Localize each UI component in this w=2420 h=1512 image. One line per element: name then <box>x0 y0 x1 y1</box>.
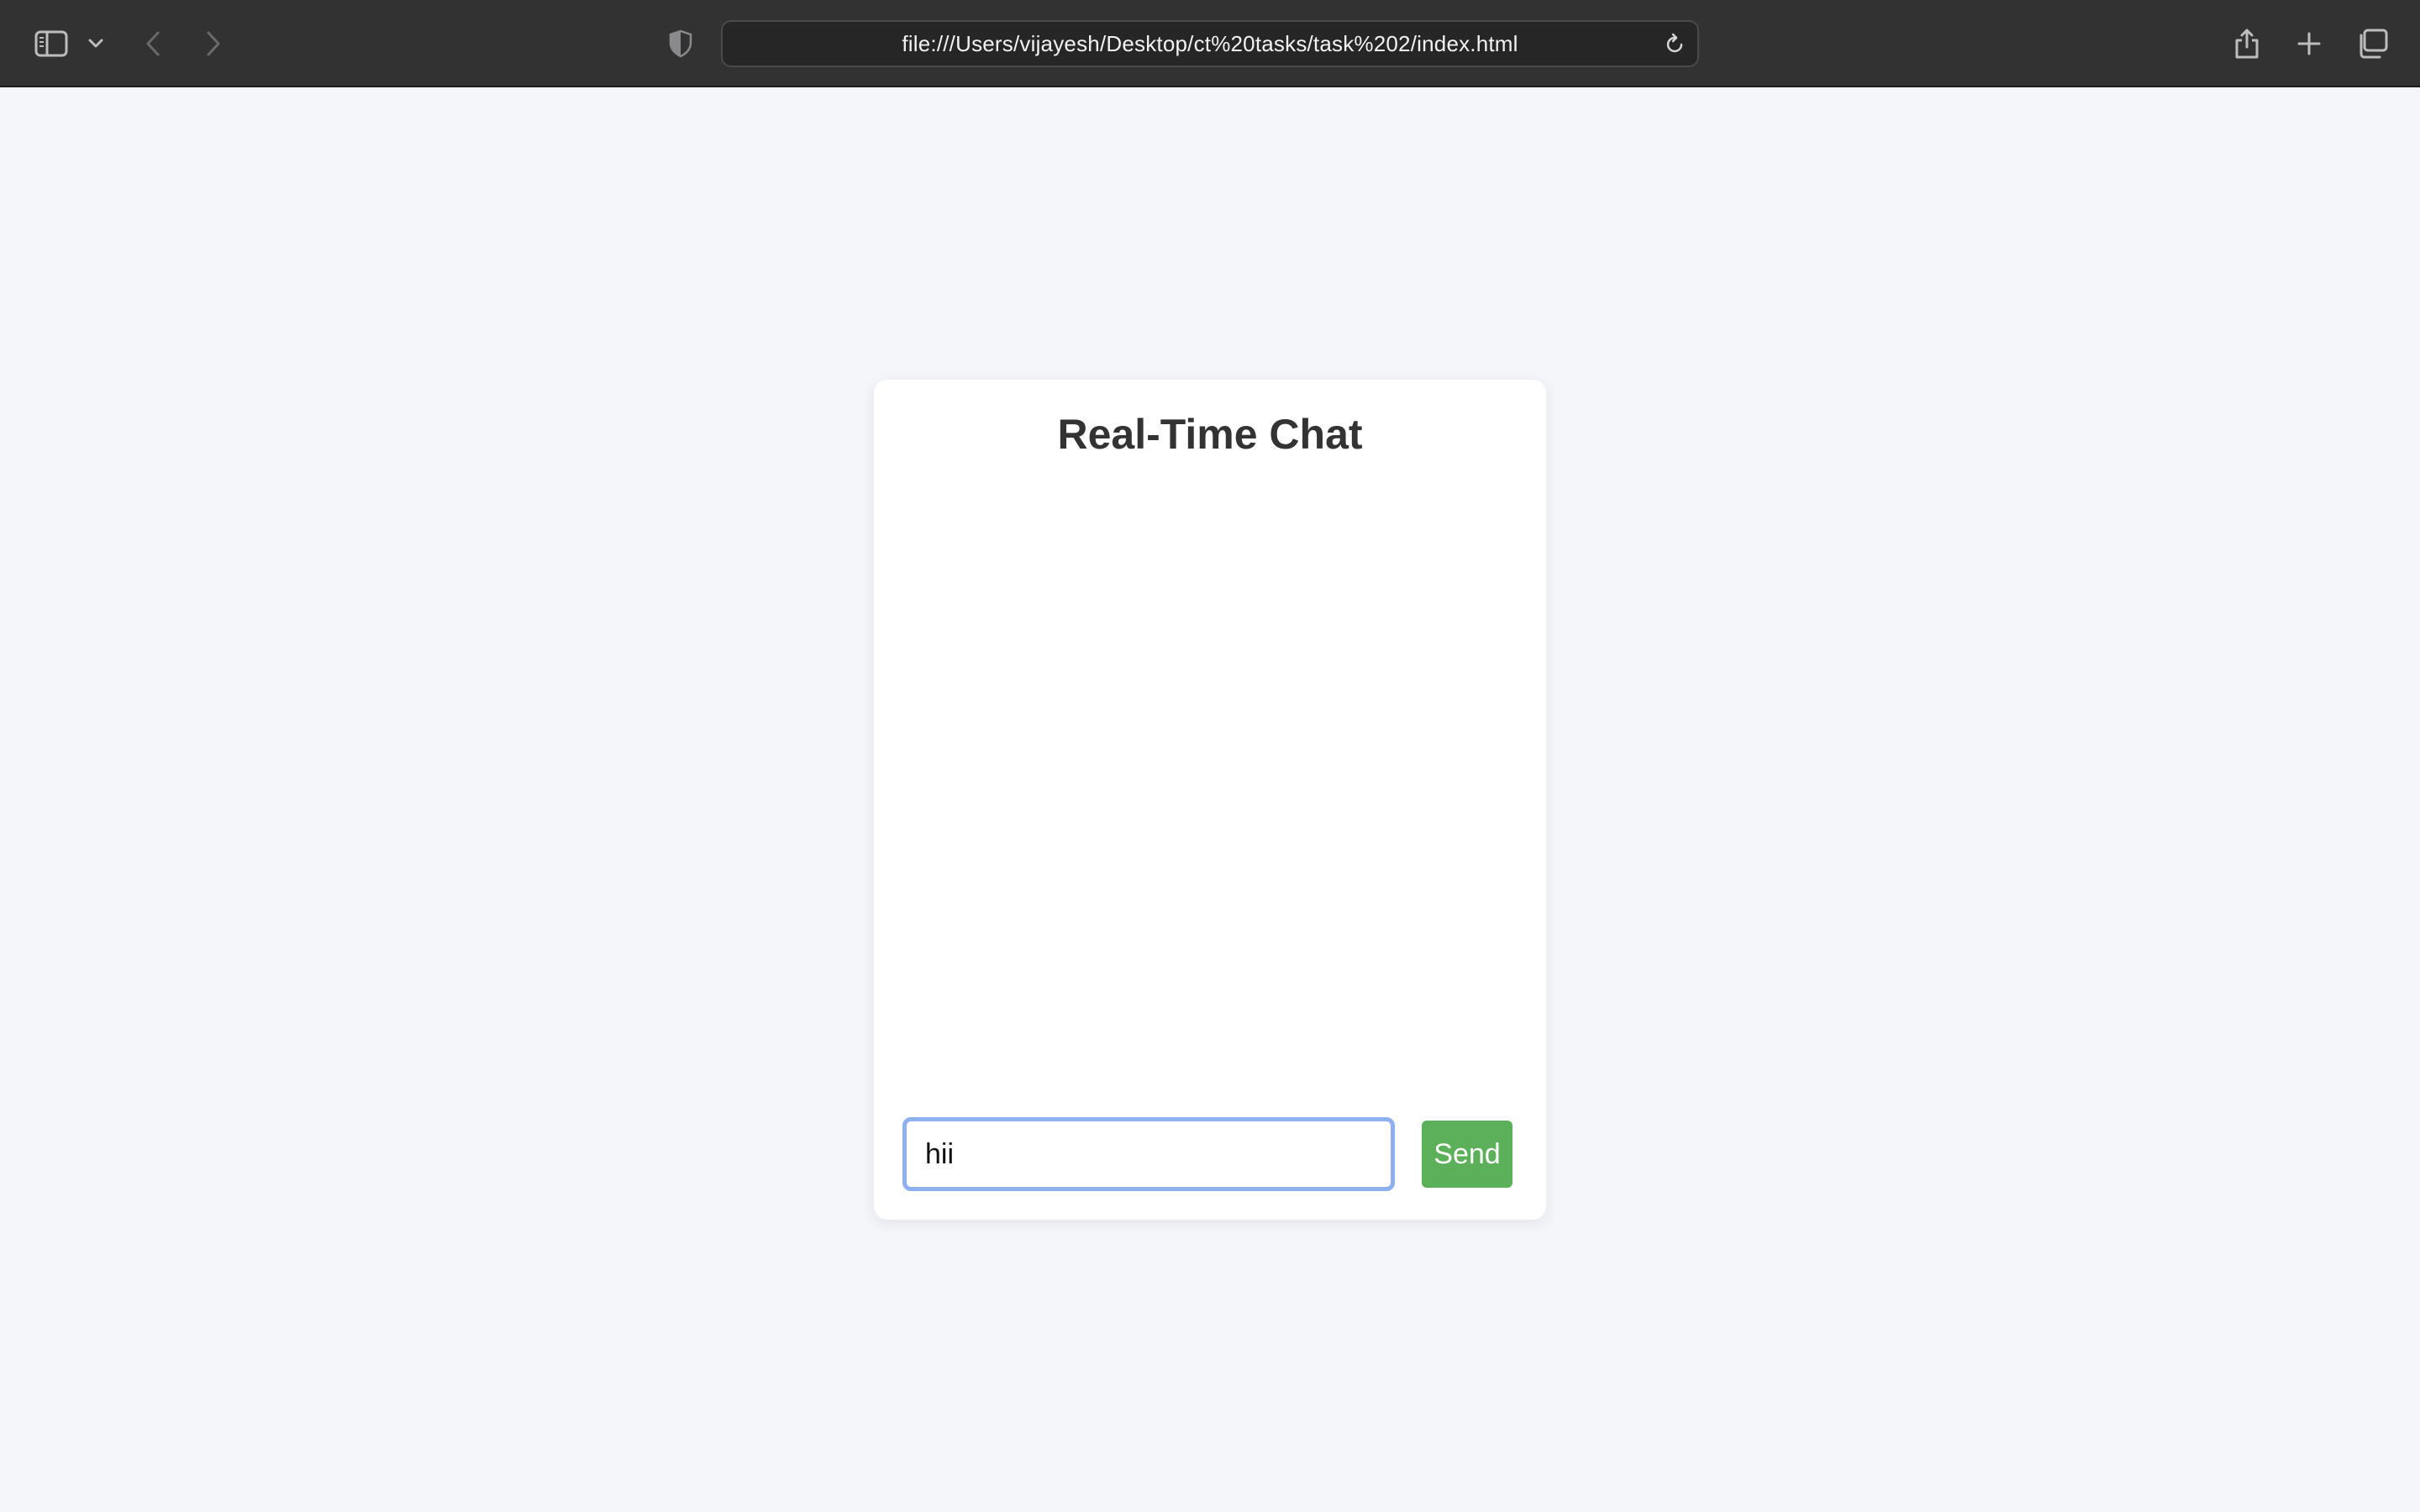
plus-icon <box>2297 32 2321 55</box>
chevron-down-icon <box>88 39 103 48</box>
address-bar[interactable]: file:///Users/vijayesh/Desktop/ct%20task… <box>721 20 1699 67</box>
url-text: file:///Users/vijayesh/Desktop/ct%20task… <box>902 30 1518 56</box>
privacy-report-button[interactable] <box>664 25 697 62</box>
back-button[interactable] <box>138 25 168 62</box>
new-tab-button[interactable] <box>2291 25 2328 62</box>
shield-icon <box>669 29 692 58</box>
reload-button[interactable] <box>1660 30 1689 59</box>
tab-overview-icon <box>2360 29 2388 59</box>
chat-title: Real-Time Chat <box>1057 411 1363 458</box>
chat-container: Real-Time Chat Send <box>874 380 1546 1220</box>
share-button[interactable] <box>2228 24 2265 64</box>
message-input[interactable] <box>902 1117 1395 1191</box>
chevron-right-icon <box>207 31 220 56</box>
sidebar-toggle-button[interactable] <box>30 25 72 62</box>
sidebar-icon <box>34 30 68 57</box>
chevron-left-icon <box>146 31 160 56</box>
messages-area <box>904 489 1516 1060</box>
sidebar-menu-button[interactable] <box>84 30 108 57</box>
reload-icon <box>1666 33 1683 53</box>
tab-overview-button[interactable] <box>2353 25 2391 62</box>
forward-button[interactable] <box>198 25 229 62</box>
share-icon <box>2235 29 2259 59</box>
page-viewport: Real-Time Chat Send <box>0 87 2420 1512</box>
send-button[interactable]: Send <box>1422 1121 1512 1188</box>
browser-toolbar: file:///Users/vijayesh/Desktop/ct%20task… <box>0 0 2420 87</box>
